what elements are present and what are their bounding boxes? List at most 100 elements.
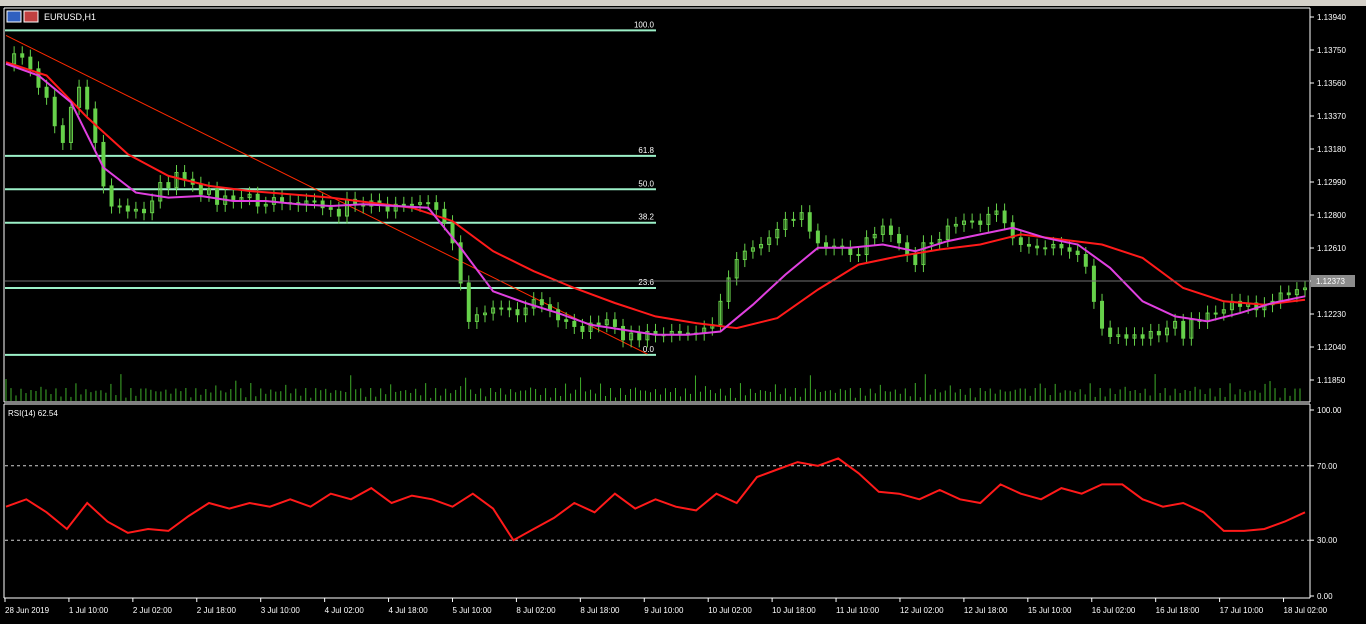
candle-body <box>897 233 902 244</box>
candle-body <box>198 183 203 195</box>
time-tick-label: 4 Jul 18:00 <box>389 606 429 615</box>
chart-window-icon-secondary <box>23 10 39 23</box>
time-tick-label: 12 Jul 02:00 <box>900 606 944 615</box>
time-tick-label: 16 Jul 18:00 <box>1156 606 1200 615</box>
time-tick-label: 2 Jul 02:00 <box>133 606 173 615</box>
price-tick-label: 1.12610 <box>1317 244 1346 253</box>
candle-body <box>815 230 820 244</box>
price-tick-label: 1.12990 <box>1317 178 1346 187</box>
rsi-line <box>5 457 1306 542</box>
candle-body <box>466 282 471 322</box>
candle-body <box>1043 247 1048 250</box>
time-tick-label: 1 Jul 10:00 <box>69 606 109 615</box>
candle-body <box>320 200 325 209</box>
time-tick-label: 11 Jul 10:00 <box>836 606 880 615</box>
candle-body <box>1026 243 1031 247</box>
time-tick-label: 8 Jul 18:00 <box>580 606 620 615</box>
time-tick-label: 12 Jul 18:00 <box>964 606 1008 615</box>
price-tick-label: 1.13180 <box>1317 145 1346 154</box>
candle-body <box>1075 250 1080 256</box>
rsi-tick-label: 30.00 <box>1317 536 1338 545</box>
current-price-label: 1.12373 <box>1316 277 1345 286</box>
rsi-tick-label: 70.00 <box>1317 462 1338 471</box>
candle-body <box>1213 312 1218 315</box>
time-tick-label: 5 Jul 10:00 <box>452 606 492 615</box>
candle-body <box>117 205 122 208</box>
candle-body <box>970 220 975 223</box>
rsi-indicator: 100.00 70.00 30.00 0.00 <box>5 406 1342 601</box>
candle-body <box>1156 330 1161 336</box>
candle-body <box>401 203 406 206</box>
candle-body <box>978 220 983 225</box>
candle-body <box>621 325 626 341</box>
candle-body <box>328 207 333 210</box>
candle-body <box>572 320 577 327</box>
candle-body <box>539 299 544 306</box>
time-tick-label: 10 Jul 18:00 <box>772 606 816 615</box>
candle-body <box>499 307 504 310</box>
time-tick-label: 9 Jul 10:00 <box>644 606 684 615</box>
time-tick-label: 17 Jul 10:00 <box>1220 606 1264 615</box>
candle-body <box>556 309 561 321</box>
candle-body <box>580 325 585 332</box>
time-tick-label: 28 Jun 2019 <box>5 606 50 615</box>
price-tick-label: 1.13750 <box>1317 46 1346 55</box>
candle-body <box>547 304 552 311</box>
candle-body <box>1059 243 1064 249</box>
candle-body <box>929 242 934 245</box>
candle-body <box>1286 292 1291 296</box>
time-tick-label: 18 Jul 02:00 <box>1284 606 1328 615</box>
candle-body <box>166 182 171 189</box>
candle-body <box>913 254 918 266</box>
candle-body <box>1002 210 1007 224</box>
candle-body <box>426 202 431 205</box>
candle-body <box>888 225 893 235</box>
candle-body <box>507 307 512 311</box>
time-axis-labels: 28 Jun 2019 1 Jul 10:00 2 Jul 02:00 2 Jul 1… <box>4 598 1328 615</box>
fib-level-label: 23.6 <box>638 278 654 287</box>
candle-body <box>791 218 796 221</box>
candle-body <box>182 172 187 180</box>
candle-body <box>1067 247 1072 252</box>
candle-body <box>677 330 682 334</box>
candle-body <box>142 208 147 214</box>
fib-level-label: 100.0 <box>634 20 655 29</box>
candle-body <box>848 247 853 256</box>
candle-body <box>1083 254 1088 267</box>
candle-body <box>856 254 861 257</box>
fib-level-label: 50.0 <box>638 179 654 188</box>
candle-body <box>564 319 569 322</box>
candle-body <box>1124 334 1129 339</box>
time-tick-label: 15 Jul 10:00 <box>1028 606 1072 615</box>
chart-canvas[interactable]: EURUSD,H1 100.061.850.038.223.60.0 1.139… <box>0 0 1366 624</box>
candle-body <box>515 309 520 316</box>
candle-body <box>336 208 341 217</box>
fib-level-label: 61.8 <box>638 146 654 155</box>
candle-body <box>85 86 90 110</box>
time-tick-label: 10 Jul 02:00 <box>708 606 752 615</box>
candle-body <box>1035 245 1040 249</box>
candle-body <box>52 96 57 127</box>
window-title-group: EURUSD,H1 <box>6 10 96 23</box>
candle-body <box>215 188 220 205</box>
candle-body <box>1108 327 1113 337</box>
time-tick-label: 3 Jul 10:00 <box>261 606 301 615</box>
price-tick-label: 1.12040 <box>1317 343 1346 352</box>
price-tick-label: 1.13940 <box>1317 13 1346 22</box>
time-tick-label: 4 Jul 02:00 <box>325 606 365 615</box>
volume-bars <box>5 374 1301 401</box>
candle-body <box>20 53 25 58</box>
chart-title: EURUSD,H1 <box>44 12 96 22</box>
candle-body <box>637 332 642 341</box>
candle-body <box>807 212 812 232</box>
rsi-tick-label: 100.00 <box>1317 406 1342 415</box>
candle-body <box>442 208 447 224</box>
chart-window-icon <box>6 10 22 23</box>
candle-body <box>312 200 317 203</box>
price-tick-label: 1.11850 <box>1317 376 1346 385</box>
time-tick-label: 2 Jul 18:00 <box>197 606 237 615</box>
candle-body <box>109 185 114 207</box>
candle-body <box>60 125 65 143</box>
candle-body <box>612 319 617 327</box>
price-tick-label: 1.13370 <box>1317 112 1346 121</box>
